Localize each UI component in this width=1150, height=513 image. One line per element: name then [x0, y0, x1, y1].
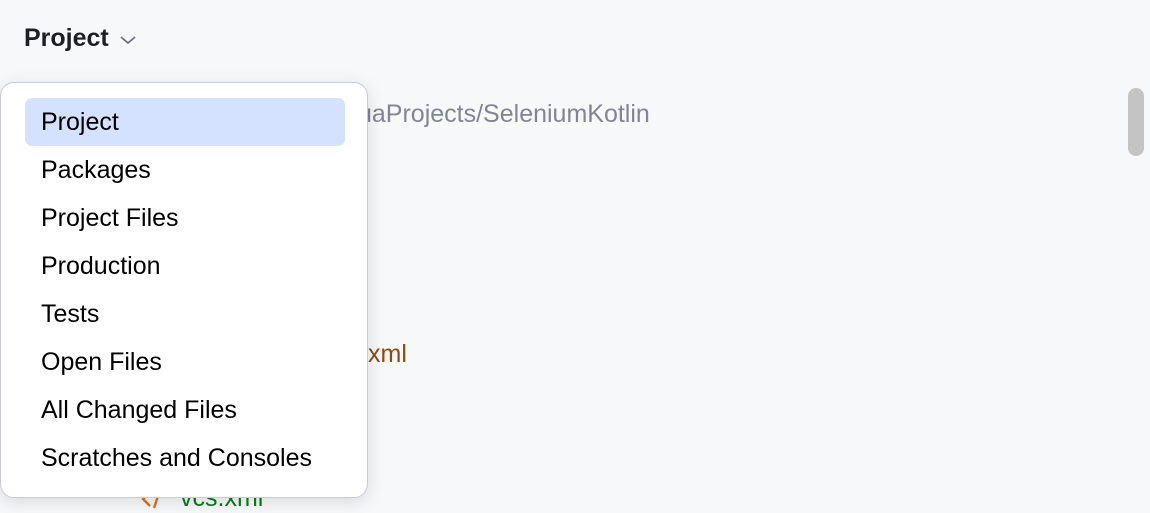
view-selector-dropdown: Project Packages Project Files Productio… [0, 82, 368, 498]
dropdown-item-production[interactable]: Production [25, 242, 345, 290]
dropdown-item-label: Production [41, 251, 161, 280]
dropdown-item-label: Project [41, 107, 119, 136]
dropdown-item-scratches-and-consoles[interactable]: Scratches and Consoles [25, 434, 345, 482]
chevron-down-icon [120, 35, 136, 44]
dropdown-item-project-files[interactable]: Project Files [25, 194, 345, 242]
dropdown-item-label: All Changed Files [41, 395, 237, 424]
tree-item-xml[interactable]: xml [368, 340, 407, 369]
dropdown-item-project[interactable]: Project [25, 98, 345, 146]
project-root-path: uaProjects/SeleniumKotlin [358, 100, 650, 128]
dropdown-item-all-changed-files[interactable]: All Changed Files [25, 386, 345, 434]
dropdown-item-label: Scratches and Consoles [41, 443, 312, 472]
view-selector-label: Project [24, 24, 109, 52]
dropdown-item-label: Open Files [41, 347, 162, 376]
dropdown-item-open-files[interactable]: Open Files [25, 338, 345, 386]
dropdown-item-label: Packages [41, 155, 151, 184]
dropdown-item-label: Tests [41, 299, 100, 328]
view-selector[interactable]: Project [24, 24, 137, 53]
vertical-scrollbar[interactable] [1128, 88, 1144, 156]
tool-window-header: Project [0, 0, 1150, 80]
dropdown-item-label: Project Files [41, 203, 179, 232]
dropdown-item-tests[interactable]: Tests [25, 290, 345, 338]
dropdown-item-packages[interactable]: Packages [25, 146, 345, 194]
